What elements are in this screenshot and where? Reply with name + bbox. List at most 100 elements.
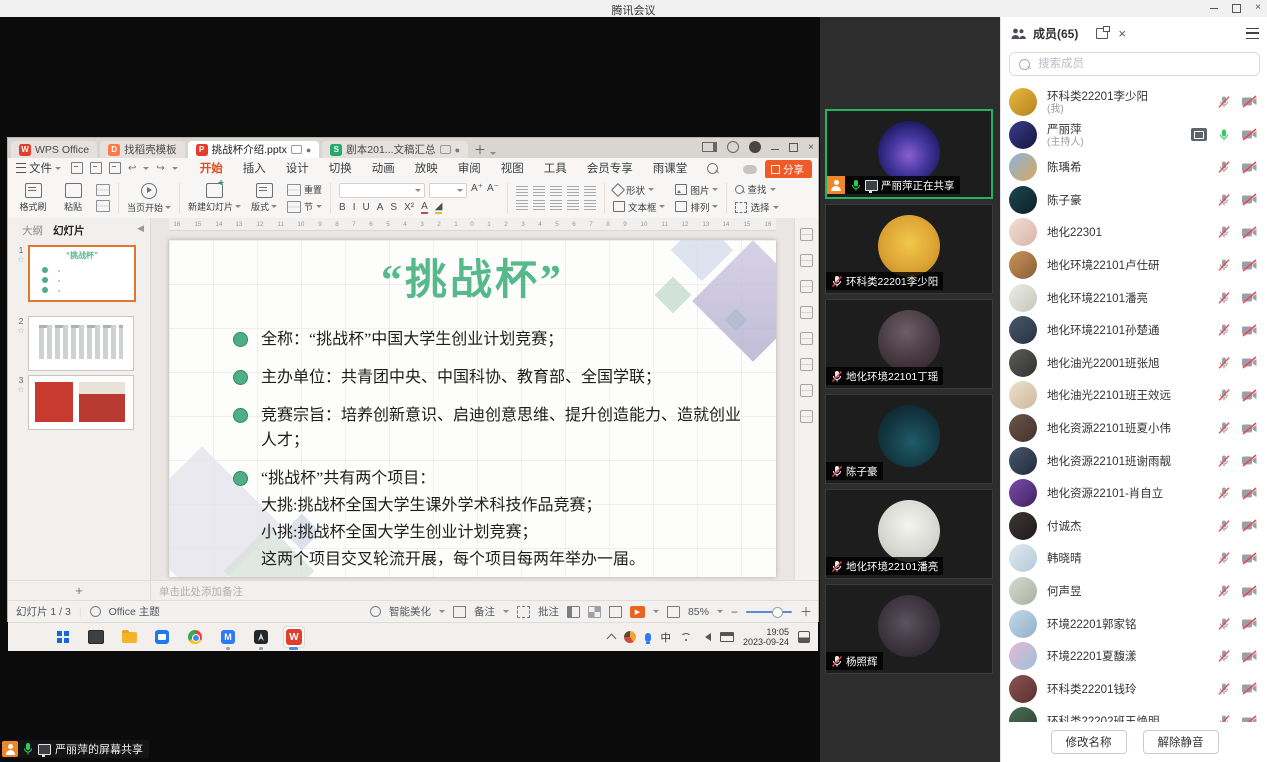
paste-button[interactable]: 粘贴: [56, 183, 90, 213]
fit-window-icon[interactable]: [667, 606, 680, 618]
outline-tab[interactable]: 大纲: [22, 223, 43, 238]
close-panel-icon[interactable]: ×: [1118, 27, 1126, 40]
ribbon-tab[interactable]: 会员专享: [577, 158, 643, 178]
selection-pane-icon[interactable]: [800, 358, 813, 371]
indent-decrease-icon[interactable]: [550, 186, 562, 196]
member-row[interactable]: 地化资源22101-肖自立: [1001, 477, 1267, 510]
sorter-view-icon[interactable]: [588, 606, 601, 618]
font-style-button[interactable]: B: [339, 202, 346, 213]
add-slide-button[interactable]: +: [8, 581, 151, 601]
member-row[interactable]: 环科类22202班王焕明: [1001, 705, 1267, 722]
slide-thumbnail[interactable]: 3☆: [28, 375, 136, 430]
transition-pane-icon[interactable]: [800, 306, 813, 319]
video-tile[interactable]: 地化环境22101丁瑶: [825, 299, 993, 389]
picture-button[interactable]: 图片: [675, 183, 718, 197]
member-row[interactable]: 地化22301: [1001, 216, 1267, 249]
smart-beautify-label[interactable]: 智能美化: [389, 604, 431, 619]
slideshow-button[interactable]: ▶: [630, 606, 645, 618]
document-tab[interactable]: W WPS Office ●: [11, 141, 97, 158]
chrome-icon[interactable]: [184, 626, 206, 648]
video-tile[interactable]: 地化环境22101潘亮: [825, 489, 993, 579]
wps-taskbar-icon[interactable]: W: [283, 626, 305, 648]
wps-restore-icon[interactable]: [789, 143, 798, 152]
member-row[interactable]: 环科类22201钱玲: [1001, 673, 1267, 706]
animation-pane-icon[interactable]: [800, 254, 813, 267]
save-icon[interactable]: [71, 162, 83, 174]
normal-view-icon[interactable]: [567, 606, 580, 618]
member-row[interactable]: 地化环境22101孙楚通: [1001, 314, 1267, 347]
wps-share-button[interactable]: 分享: [765, 160, 812, 179]
close-icon[interactable]: ×: [1255, 3, 1261, 13]
wps-minimize-icon[interactable]: [771, 149, 779, 150]
copy-icon[interactable]: [96, 200, 110, 212]
member-row[interactable]: 付诚杰: [1001, 510, 1267, 543]
video-tile[interactable]: 陈子豪: [825, 394, 993, 484]
notes-toggle-icon[interactable]: [453, 606, 466, 618]
member-row[interactable]: 地化环境22101卢仕研: [1001, 249, 1267, 282]
textbox-button[interactable]: 文本框: [613, 200, 666, 214]
font-style-button[interactable]: A: [377, 202, 384, 213]
format-painter-button[interactable]: 格式刷: [16, 183, 50, 213]
ribbon-tab[interactable]: 审阅: [448, 158, 491, 178]
ribbon-tab[interactable]: 动画: [362, 158, 405, 178]
design-pane-icon[interactable]: [800, 280, 813, 293]
line-spacing-icon[interactable]: [584, 200, 596, 210]
wps-account-avatar[interactable]: [749, 141, 761, 153]
document-tab[interactable]: D 找稻壳模板 ●: [100, 141, 185, 158]
slide-thumbnail[interactable]: 2☆: [28, 316, 136, 371]
ribbon-tab[interactable]: 开始: [190, 158, 233, 178]
help-icon[interactable]: [727, 141, 739, 153]
wifi-icon[interactable]: [680, 633, 692, 642]
smart-beautify-icon[interactable]: [370, 606, 381, 617]
font-grow-icon[interactable]: A⁺: [471, 183, 483, 198]
file-explorer-icon[interactable]: [118, 626, 140, 648]
zoom-in-button[interactable]: ＋: [800, 603, 812, 620]
text-direction-icon[interactable]: [584, 186, 596, 196]
font-size-select[interactable]: [429, 183, 467, 198]
align-center-icon[interactable]: [533, 200, 545, 210]
highlight-color-button[interactable]: ◢: [435, 201, 443, 214]
document-tab[interactable]: S 剧本201...文稿汇总 ●: [322, 141, 468, 158]
member-row[interactable]: 环境22201郭家铭: [1001, 607, 1267, 640]
member-row[interactable]: 地化资源22101班谢雨靓: [1001, 444, 1267, 477]
member-row[interactable]: 地化油光22001班张旭: [1001, 347, 1267, 380]
member-row[interactable]: 韩晓晴: [1001, 542, 1267, 575]
minimize-icon[interactable]: [1210, 8, 1218, 9]
zoom-slider-knob[interactable]: [772, 607, 783, 618]
maximize-icon[interactable]: [1232, 4, 1241, 13]
file-menu[interactable]: 文件: [16, 160, 61, 176]
video-tile[interactable]: 环科类22201李少阳: [825, 204, 993, 294]
slide-thumbnail[interactable]: 1☆: [28, 245, 136, 302]
align-right-icon[interactable]: [550, 200, 562, 210]
notification-center-icon[interactable]: [798, 631, 810, 643]
document-tab[interactable]: P 挑战杯介绍.pptx ●: [188, 141, 320, 158]
zoom-slider[interactable]: [746, 611, 792, 613]
taskbar-clock[interactable]: 19:05 2023-09-24: [743, 627, 789, 647]
ribbon-tab[interactable]: 设计: [276, 158, 319, 178]
zoom-level[interactable]: 85%: [688, 606, 709, 618]
redo-icon[interactable]: ↪: [156, 163, 164, 174]
video-tile[interactable]: 杨照辉: [825, 584, 993, 674]
reset-button[interactable]: 重置: [287, 183, 322, 196]
popout-panel-icon[interactable]: [1096, 28, 1108, 39]
play-from-current-button[interactable]: 当页开始: [127, 183, 171, 214]
unmute-button[interactable]: 解除静音: [1143, 730, 1219, 754]
font-shrink-icon[interactable]: A⁻: [487, 183, 499, 198]
member-row[interactable]: 环科类22201李少阳 (我): [1001, 85, 1267, 118]
ribbon-tab[interactable]: 雨课堂: [643, 158, 698, 178]
slides-tab[interactable]: 幻灯片: [53, 223, 85, 238]
member-row[interactable]: 陈子豪: [1001, 184, 1267, 217]
more-pane-icon[interactable]: [800, 410, 813, 423]
tray-device-icon[interactable]: [720, 632, 734, 642]
ribbon-tab[interactable]: 放映: [405, 158, 448, 178]
member-row[interactable]: 环境22201夏馥漾: [1001, 640, 1267, 673]
select-button[interactable]: 选择: [735, 200, 778, 214]
member-search-box[interactable]: [1009, 52, 1260, 76]
tray-mic-icon[interactable]: [645, 633, 651, 642]
align-left-icon[interactable]: [516, 200, 528, 210]
font-style-button[interactable]: I: [353, 202, 356, 213]
ribbon-tab[interactable]: 视图: [491, 158, 534, 178]
notes-placeholder[interactable]: 单击此处添加备注: [151, 584, 243, 599]
font-family-select[interactable]: [339, 183, 425, 198]
member-row[interactable]: 严丽萍 (主持人): [1001, 118, 1267, 151]
